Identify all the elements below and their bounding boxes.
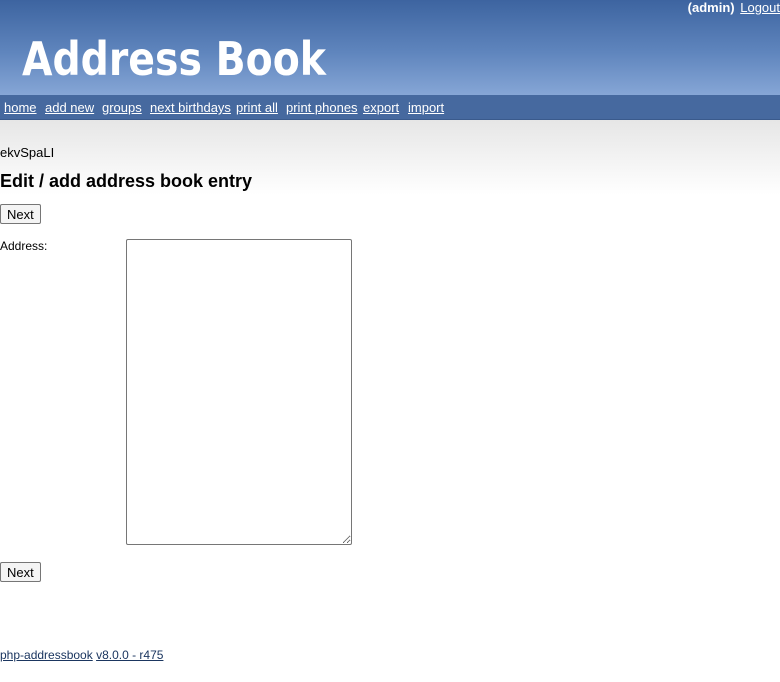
next-button-top[interactable]: Next bbox=[0, 204, 41, 224]
current-user: (admin) bbox=[687, 0, 735, 15]
nav-print-all[interactable]: print all bbox=[236, 100, 278, 115]
user-area: (admin) Logout bbox=[688, 0, 780, 15]
header: (admin) Logout Address Book bbox=[0, 0, 780, 95]
nav-home[interactable]: home bbox=[4, 100, 37, 115]
nav-next-birthdays[interactable]: next birthdays bbox=[150, 100, 231, 115]
logout-link[interactable]: Logout bbox=[740, 0, 780, 15]
logo-text: Address Book bbox=[22, 32, 327, 82]
address-book-logo: Address Book bbox=[22, 32, 327, 82]
page-title: Edit / add address book entry bbox=[0, 171, 253, 191]
nav-groups[interactable]: groups bbox=[102, 100, 142, 115]
nav-add-new[interactable]: add new bbox=[45, 100, 94, 115]
address-label: Address: bbox=[0, 239, 48, 253]
group-name: ekvSpaLI bbox=[0, 145, 55, 160]
footer-version-link[interactable]: v8.0.0 - r475 bbox=[96, 648, 163, 662]
footer: php-addressbook v8.0.0 - r475 bbox=[0, 648, 163, 662]
address-field[interactable] bbox=[126, 239, 352, 545]
main-nav: home add new groups next birthdays print… bbox=[0, 95, 780, 120]
nav-import[interactable]: import bbox=[408, 100, 444, 115]
next-button-bottom[interactable]: Next bbox=[0, 562, 41, 582]
footer-app-link[interactable]: php-addressbook bbox=[0, 648, 93, 662]
nav-print-phones[interactable]: print phones bbox=[286, 100, 358, 115]
nav-export[interactable]: export bbox=[363, 100, 399, 115]
